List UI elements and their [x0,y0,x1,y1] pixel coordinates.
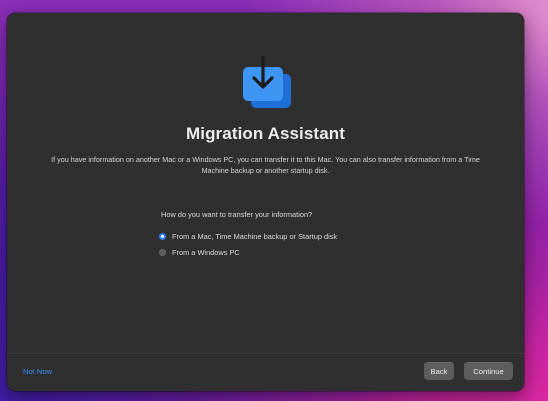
intro-description: If you have information on another Mac o… [51,155,480,175]
migration-assistant-window: Migration Assistant If you have informat… [7,13,524,391]
page-title: Migration Assistant [185,124,345,143]
footer-divider [7,353,524,354]
migration-assistant-icon [243,56,291,108]
back-button[interactable]: Back [424,362,454,380]
transfer-question: How do you want to transfer your informa… [161,210,313,219]
radio-unselected-icon[interactable] [159,249,166,256]
option-from-windows-pc[interactable]: From a Windows PC [159,248,240,257]
option-label: From a Mac, Time Machine backup or Start… [172,232,338,241]
not-now-button[interactable]: Not Now [23,367,52,376]
option-from-mac[interactable]: From a Mac, Time Machine backup or Start… [159,232,337,241]
option-label: From a Windows PC [172,248,240,257]
radio-selected-icon[interactable] [159,233,166,240]
continue-button[interactable]: Continue [464,362,513,380]
